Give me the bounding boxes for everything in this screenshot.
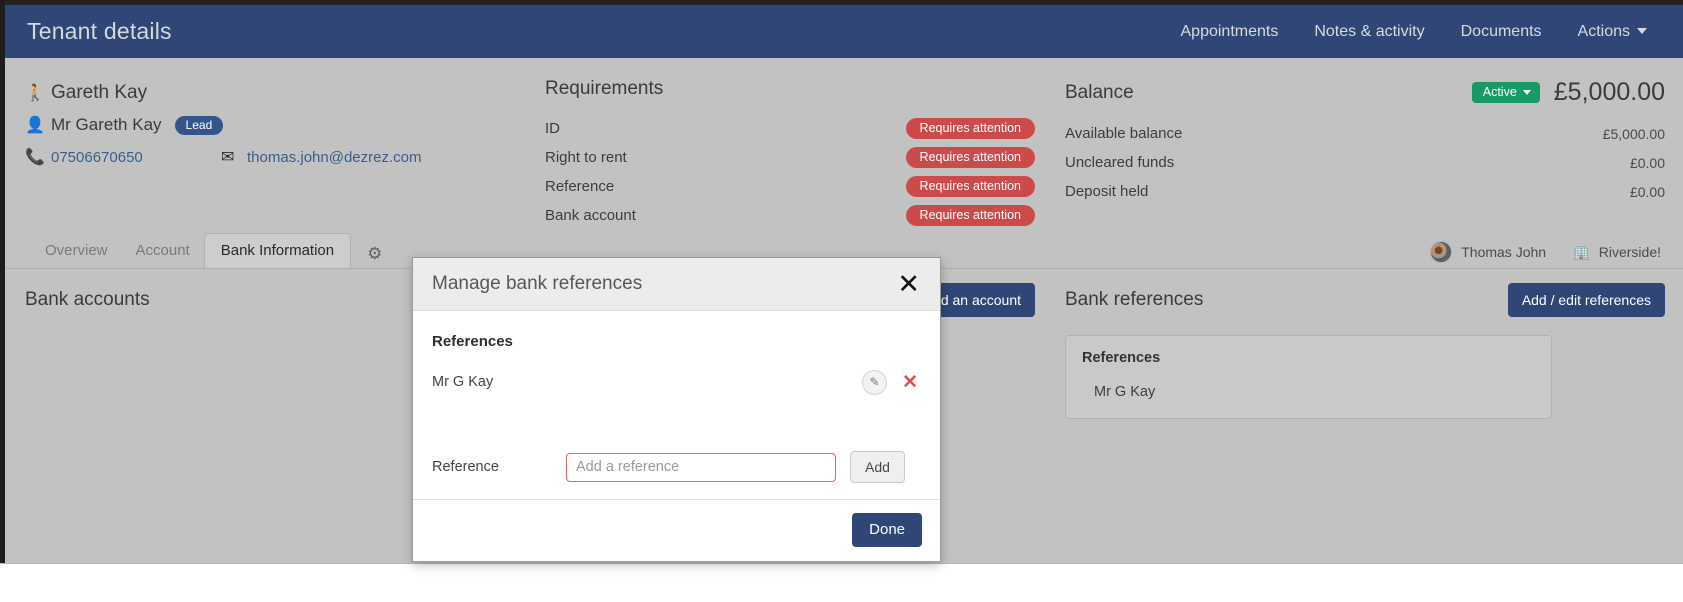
- envelope-icon: ✉: [221, 149, 235, 166]
- tab-account[interactable]: Account: [122, 234, 204, 268]
- balance-header: Balance Active £5,000.00: [1065, 78, 1665, 107]
- phone-icon: 📞: [25, 149, 45, 166]
- status-badge-reference[interactable]: Requires attention: [905, 175, 1035, 198]
- modal-header: Manage bank references ✕: [413, 258, 940, 311]
- requirement-row: Right to rent Requires attention: [545, 143, 1035, 172]
- tenant-name: Gareth Kay: [51, 82, 148, 103]
- status-badge-id[interactable]: Requires attention: [905, 117, 1035, 140]
- tab-overview[interactable]: Overview: [31, 234, 122, 268]
- contact-block: 🚶 Gareth Kay 👤 Mr Gareth Kay Lead 📞 0750…: [25, 78, 525, 174]
- nav-actions-label: Actions: [1577, 22, 1630, 40]
- modal-title: Manage bank references: [432, 273, 643, 294]
- add-reference-form: Reference Add: [432, 451, 921, 489]
- tenant-full-title: Mr Gareth Kay: [51, 115, 162, 134]
- person-icon: 👤: [25, 117, 45, 134]
- contact-row-title: 👤 Mr Gareth Kay Lead: [25, 110, 525, 140]
- header-nav: Appointments Notes & activity Documents …: [1163, 23, 1666, 41]
- reference-actions: ✎ ✕: [862, 369, 921, 395]
- branch-name: Riverside!: [1598, 244, 1661, 260]
- gear-icon[interactable]: ⚙: [367, 245, 382, 262]
- page-bottom-area: [0, 563, 1683, 602]
- nav-notes-activity[interactable]: Notes & activity: [1296, 23, 1442, 41]
- nav-appointments[interactable]: Appointments: [1163, 23, 1297, 41]
- tab-bar-meta: Thomas John 🏢 Riverside!: [1430, 241, 1661, 263]
- tenant-email[interactable]: thomas.john@dezrez.com: [247, 149, 421, 166]
- requirement-label-bank-account: Bank account: [545, 207, 636, 224]
- branch: 🏢 Riverside!: [1572, 243, 1661, 261]
- done-button[interactable]: Done: [852, 513, 922, 547]
- balance-value-available: £5,000.00: [1602, 125, 1665, 142]
- balance-title: Balance: [1065, 81, 1134, 103]
- balance-label-uncleared: Uncleared funds: [1065, 154, 1175, 171]
- requirements-block: Requirements ID Requires attention Right…: [545, 78, 1035, 230]
- modal-footer: Done: [413, 499, 940, 561]
- close-icon[interactable]: ✕: [895, 270, 922, 298]
- bank-references-card: References Mr G Kay: [1065, 335, 1552, 419]
- person-standing-icon: 🚶: [25, 85, 45, 102]
- list-item: Mr G Kay ✎ ✕: [432, 367, 921, 397]
- reference-field-label: Reference: [432, 459, 499, 475]
- nav-documents[interactable]: Documents: [1443, 23, 1560, 41]
- add-edit-references-button[interactable]: Add / edit references: [1507, 283, 1665, 317]
- requirement-label-id: ID: [545, 120, 560, 137]
- balance-label-deposit: Deposit held: [1065, 183, 1149, 200]
- bank-references-title: Bank references: [1065, 289, 1204, 310]
- chevron-down-icon: [1637, 28, 1647, 35]
- modal-body: References Mr G Kay ✎ ✕ Reference Add: [413, 311, 940, 499]
- building-icon: 🏢: [1572, 244, 1591, 261]
- manage-bank-references-modal: Manage bank references ✕ References Mr G…: [412, 257, 941, 562]
- page-title: Tenant details: [27, 18, 172, 44]
- status-badge-active[interactable]: Active: [1471, 81, 1540, 104]
- balance-value-deposit: £0.00: [1629, 183, 1665, 200]
- reference-input[interactable]: [566, 452, 836, 482]
- requirement-row: ID Requires attention: [545, 114, 1035, 143]
- negotiator: Thomas John: [1430, 241, 1546, 263]
- bank-references-panel: Bank references Add / edit references Re…: [1065, 283, 1665, 419]
- add-reference-button[interactable]: Add: [850, 451, 905, 483]
- negotiator-name: Thomas John: [1461, 244, 1547, 260]
- balance-label-available: Available balance: [1065, 125, 1183, 142]
- requirement-label-reference: Reference: [545, 178, 615, 195]
- requirement-row: Reference Requires attention: [545, 172, 1035, 201]
- bank-references-card-title: References: [1082, 350, 1161, 366]
- tenant-phone[interactable]: 07506670650: [51, 149, 221, 166]
- balance-header-right: Active £5,000.00: [1471, 78, 1665, 107]
- balance-value-uncleared: £0.00: [1629, 154, 1665, 171]
- tenant-details-app: Tenant details Appointments Notes & acti…: [0, 0, 1683, 602]
- balance-row: Uncleared funds £0.00: [1065, 148, 1665, 177]
- contact-row-name: 🚶 Gareth Kay: [25, 78, 525, 108]
- balance-row: Deposit held £0.00: [1065, 177, 1665, 206]
- status-badge-lead: Lead: [174, 115, 224, 135]
- chevron-down-icon: [1522, 89, 1531, 95]
- tab-list: Overview Account Bank Information ⚙: [31, 233, 382, 268]
- requirement-row: Bank account Requires attention: [545, 201, 1035, 230]
- modal-section-title: References: [432, 333, 513, 350]
- bank-accounts-title: Bank accounts: [25, 289, 150, 310]
- summary-section: 🚶 Gareth Kay 👤 Mr Gareth Kay Lead 📞 0750…: [5, 58, 1683, 230]
- balance-total-amount: £5,000.00: [1553, 78, 1665, 106]
- bank-references-header: Bank references Add / edit references: [1065, 283, 1665, 317]
- requirements-title: Requirements: [545, 78, 664, 99]
- tab-bank-information[interactable]: Bank Information: [203, 233, 352, 268]
- list-item: Mr G Kay: [1094, 384, 1156, 400]
- remove-icon[interactable]: ✕: [899, 373, 921, 392]
- status-badge-active-label: Active: [1482, 84, 1517, 99]
- avatar: [1430, 241, 1453, 263]
- balance-row: Available balance £5,000.00: [1065, 119, 1665, 148]
- contact-row-comms: 📞 07506670650 ✉ thomas.john@dezrez.com: [25, 142, 525, 172]
- app-header: Tenant details Appointments Notes & acti…: [5, 5, 1683, 58]
- pencil-icon[interactable]: ✎: [862, 369, 888, 395]
- balance-block: Balance Active £5,000.00 Available balan…: [1065, 78, 1665, 206]
- reference-name: Mr G Kay: [432, 374, 494, 390]
- status-badge-right-to-rent[interactable]: Requires attention: [905, 146, 1035, 169]
- status-badge-bank-account[interactable]: Requires attention: [905, 204, 1035, 227]
- nav-actions[interactable]: Actions: [1560, 23, 1665, 41]
- requirement-label-right-to-rent: Right to rent: [545, 149, 627, 166]
